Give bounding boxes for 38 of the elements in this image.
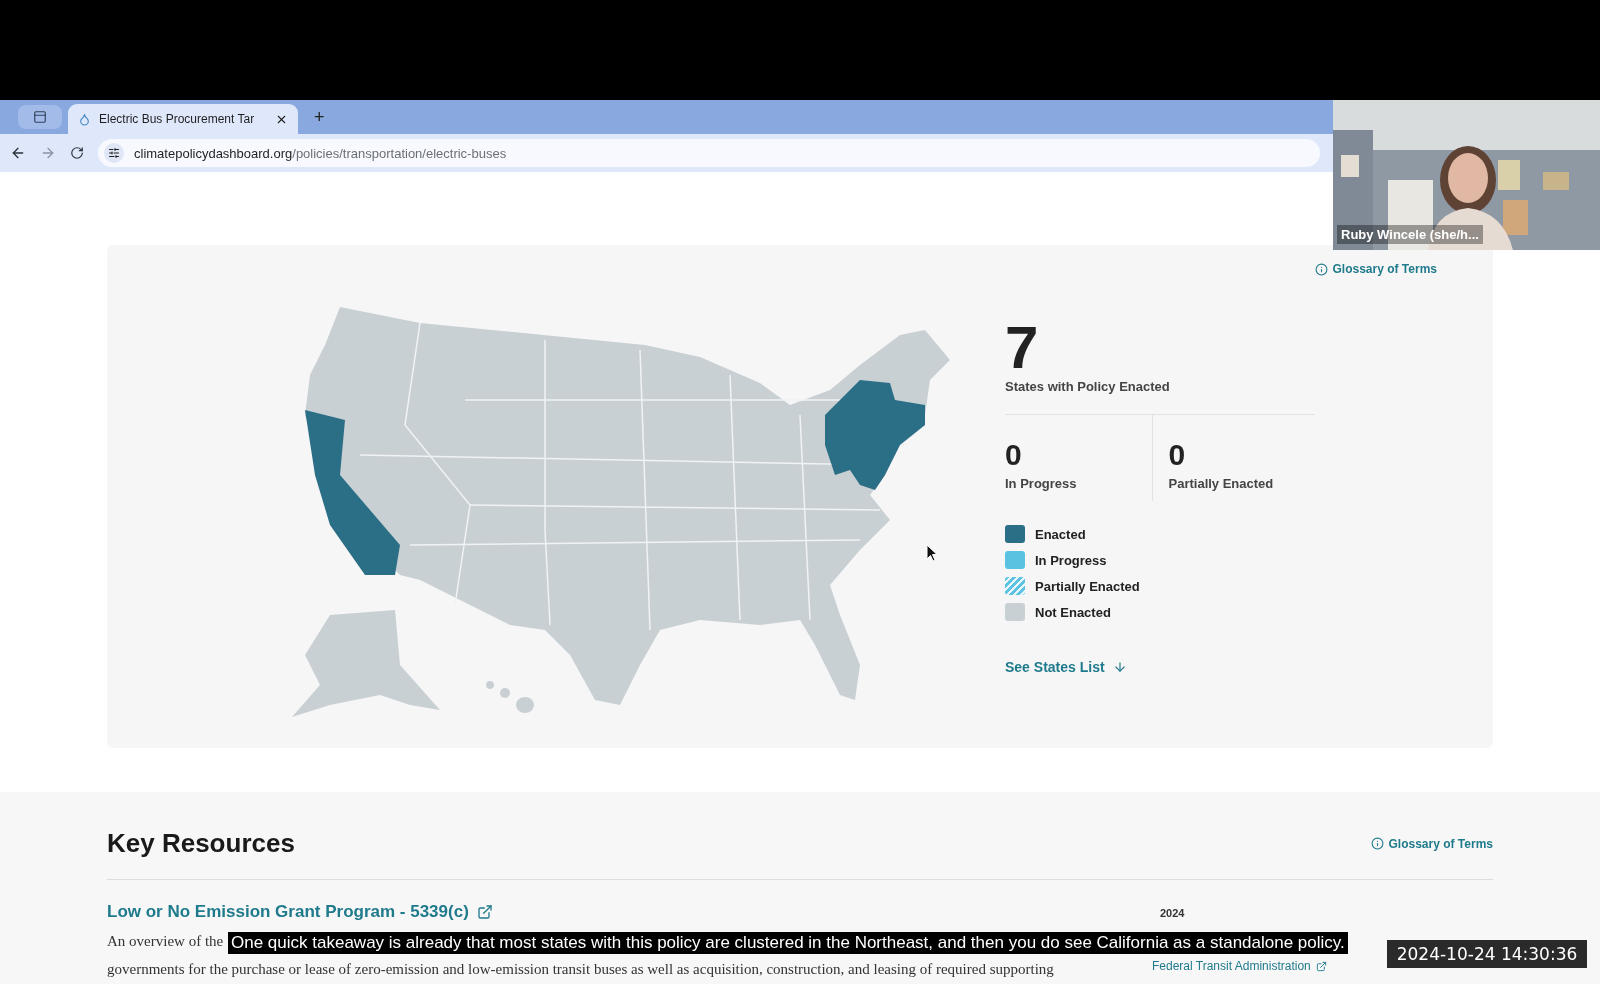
caption-text: One quick takeaway is already that most states with this policy are clustered in the Northeast, and then you do see California as a standalone policy. xyxy=(228,932,1348,954)
new-tab-button[interactable]: + xyxy=(314,107,325,128)
stat-label: Partially Enacted xyxy=(1168,476,1275,491)
stat-count: 0 xyxy=(1168,440,1187,470)
cursor-icon xyxy=(926,544,938,562)
site-settings-icon[interactable] xyxy=(104,143,124,163)
info-icon xyxy=(1314,262,1328,276)
legend-label: Enacted xyxy=(1035,526,1086,542)
legend-label: Partially Enacted xyxy=(1035,578,1140,594)
url-text: climatepolicydashboard.org/policies/transportation/electric-buses xyxy=(134,145,507,161)
browser-tab[interactable]: Electric Bus Procurement Tar xyxy=(68,104,298,134)
legend-label: In Progress xyxy=(1035,552,1107,568)
reload-button[interactable] xyxy=(70,146,84,160)
participant-name: Ruby Wincele (she/h... xyxy=(1337,225,1483,244)
section-title: Key Resources xyxy=(107,828,295,859)
source-link[interactable]: Federal Transit Administration xyxy=(1152,959,1327,973)
resource-description: An overview of the xyxy=(107,932,224,951)
profile-icon xyxy=(33,110,47,124)
info-icon xyxy=(1370,837,1384,850)
stat-label: In Progress xyxy=(1005,476,1078,491)
glossary-link[interactable]: Glossary of Terms xyxy=(1370,836,1493,851)
stat-count: 0 xyxy=(1005,440,1023,470)
legend-label: Not Enacted xyxy=(1035,604,1111,620)
stat-label: States with Policy Enacted xyxy=(1005,379,1171,394)
back-button[interactable] xyxy=(10,145,26,161)
external-link-icon xyxy=(1315,960,1327,972)
site-icon xyxy=(78,112,91,126)
see-states-link[interactable]: See States List xyxy=(1005,659,1315,675)
profile-tab[interactable] xyxy=(18,105,62,129)
resource-year: 2024 xyxy=(1159,907,1186,919)
timestamp: 2024-10-24 14:30:36 xyxy=(1387,940,1587,968)
address-bar[interactable]: climatepolicydashboard.org/policies/transportation/electric-buses xyxy=(98,139,1320,167)
arrow-down-icon xyxy=(1112,660,1127,674)
external-link-icon xyxy=(476,904,493,920)
enacted-count: 7 xyxy=(1005,323,1040,373)
resource-description: governments for the purchase or lease of zero-emission and low-emission transit buses as well as acquisition, construction, and leasing of required supporting xyxy=(107,960,1054,979)
resource-link[interactable]: Low or No Emission Grant Program - 5339(c) xyxy=(107,902,1152,922)
glossary-link[interactable]: Glossary of Terms xyxy=(1314,259,1437,279)
